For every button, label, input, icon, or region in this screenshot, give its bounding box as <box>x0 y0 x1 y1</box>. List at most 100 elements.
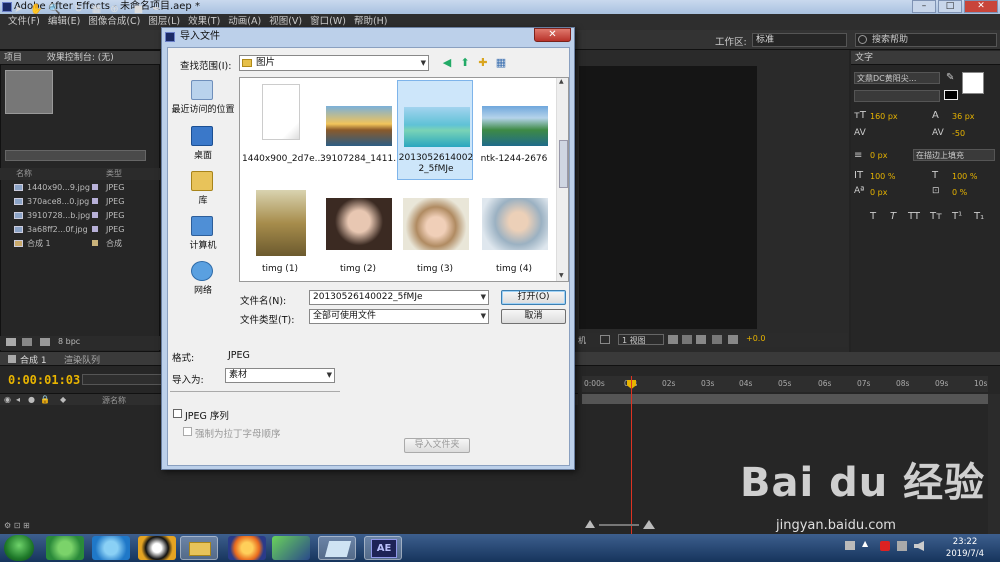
zoom-in-icon[interactable] <box>643 520 655 529</box>
new-folder-icon[interactable]: ✚ <box>476 56 490 70</box>
leading-value[interactable]: 36 px <box>952 112 975 121</box>
place-desktop[interactable]: 桌面 <box>169 124 237 168</box>
network-tray-icon[interactable] <box>897 541 907 551</box>
project-item[interactable]: 3910728...b.jpg JPEG <box>0 209 160 222</box>
notes-icon[interactable] <box>318 536 356 560</box>
import-as-select[interactable]: 素材 ▼ <box>225 368 335 383</box>
timeline-footer-icons[interactable]: ⚙ ⊡ ⊞ <box>4 521 44 531</box>
place-libraries[interactable]: 库 <box>169 169 237 213</box>
timeline-scrollbar[interactable] <box>988 394 1000 534</box>
col-name[interactable]: 名称 <box>16 168 32 180</box>
file-item[interactable]: 39107284_1411... <box>320 80 402 178</box>
place-network[interactable]: 网络 <box>169 259 237 303</box>
project-item[interactable]: 1440x90...9.jpg JPEG <box>0 181 160 194</box>
tab-character[interactable]: 文字 <box>855 53 873 63</box>
current-time-display[interactable]: 0:00:01:03 <box>8 373 80 387</box>
tracking-value[interactable]: -50 <box>952 129 965 138</box>
project-search-input[interactable] <box>5 150 146 161</box>
menu-edit[interactable]: 编辑(E) <box>44 14 84 30</box>
audio-icon[interactable]: ◂ <box>16 395 20 404</box>
visibility-icon[interactable]: ◉ <box>4 395 11 404</box>
filetype-select[interactable]: 全部可使用文件 ▼ <box>309 309 489 324</box>
horizontal-scale-value[interactable]: 100 % <box>952 172 977 181</box>
eyedropper-icon[interactable]: ✎ <box>946 72 956 84</box>
place-recent[interactable]: 最近访问的位置 <box>169 78 237 122</box>
tab-render-queue[interactable]: 渲染队列 <box>64 353 100 366</box>
look-in-select[interactable]: 图片 ▼ <box>239 55 429 71</box>
open-button[interactable]: 打开(O) <box>501 290 566 305</box>
all-caps-button[interactable]: TT <box>908 211 920 222</box>
tab-composition[interactable]: 合成 1 <box>20 353 47 366</box>
zoom-out-icon[interactable] <box>585 520 595 528</box>
bpc-label[interactable]: 8 bpc <box>58 337 80 346</box>
file-item[interactable]: 1440x900_2d7e... <box>242 80 323 178</box>
explorer-icon[interactable] <box>180 536 218 560</box>
faux-bold-button[interactable]: T <box>870 211 876 222</box>
search-help-input[interactable]: 搜索帮助 <box>855 33 997 47</box>
menu-composition[interactable]: 图像合成(C) <box>84 14 144 30</box>
ie-icon[interactable] <box>92 536 130 560</box>
label-icon[interactable]: ◆ <box>60 395 66 404</box>
tray-arrow-icon[interactable]: ▲ <box>862 539 868 548</box>
minimize-button[interactable]: – <box>912 0 936 13</box>
scroll-up-icon[interactable]: ▲ <box>559 78 564 85</box>
timeline-toggle-icon[interactable] <box>712 335 722 344</box>
tab-project[interactable]: 项目 <box>4 53 22 63</box>
font-size-value[interactable]: 160 px <box>870 112 898 121</box>
time-ruler[interactable]: 0:00s 01s 02s 03s 04s 05s 06s 07s 08s 09… <box>582 376 988 392</box>
view-menu-icon[interactable]: ▦ <box>494 56 508 70</box>
menu-file[interactable]: 文件(F) <box>4 14 44 30</box>
font-family-select[interactable]: 文鼎DC黄阳尖... <box>854 72 940 84</box>
stroke-option-select[interactable]: 在描边上填充 <box>913 149 995 161</box>
qq-icon[interactable] <box>138 536 176 560</box>
firefox-icon[interactable] <box>228 536 266 560</box>
superscript-button[interactable]: T¹ <box>952 211 962 222</box>
project-item[interactable]: 合成 1 合成 <box>0 237 160 250</box>
tray-security-icon[interactable] <box>880 541 890 551</box>
keyboard-icon[interactable] <box>845 541 855 550</box>
stroke-width-value[interactable]: 0 px <box>870 151 887 160</box>
file-item[interactable]: timg (2) <box>320 186 396 281</box>
after-effects-taskbar-button[interactable]: AE <box>364 536 402 560</box>
scroll-down-icon[interactable]: ▼ <box>559 272 564 279</box>
lock-icon[interactable]: 🔒 <box>40 395 50 404</box>
stroke-color-swatch[interactable] <box>944 90 958 100</box>
file-item[interactable]: ntk-1244-2676 <box>476 80 552 178</box>
new-folder-icon[interactable] <box>22 338 32 346</box>
maximize-button[interactable]: □ <box>938 0 962 13</box>
dropdown-icon[interactable] <box>600 335 610 344</box>
vertical-scale-value[interactable]: 100 % <box>870 172 895 181</box>
col-source-name[interactable]: 源名称 <box>102 395 126 406</box>
small-caps-button[interactable]: Tт <box>930 211 942 222</box>
composition-canvas[interactable] <box>579 66 757 329</box>
app-360-icon[interactable] <box>46 536 84 560</box>
cancel-button[interactable]: 取消 <box>501 309 566 324</box>
fast-preview-icon[interactable] <box>682 335 692 344</box>
dialog-close-button[interactable]: ✕ <box>534 28 571 42</box>
new-comp-icon[interactable] <box>40 338 50 346</box>
pan-behind-tool-icon[interactable]: ⊕ <box>108 3 121 16</box>
active-camera-select[interactable]: 机 <box>578 335 586 346</box>
zoom-slider[interactable] <box>585 520 655 530</box>
system-clock[interactable]: 23:22 2019/7/4 <box>932 536 998 560</box>
baseline-shift-value[interactable]: 0 px <box>870 188 887 197</box>
col-type[interactable]: 类型 <box>106 168 122 180</box>
project-item[interactable]: 370ace8...0.jpg JPEG <box>0 195 160 208</box>
flowchart-icon[interactable] <box>696 335 706 344</box>
view-layout-select[interactable]: 1 视图 <box>618 334 664 345</box>
toggle-pixel-icon[interactable] <box>668 335 678 344</box>
scrollbar-thumb[interactable] <box>559 140 568 188</box>
filename-input[interactable]: 20130526140022_5fMJe ▼ <box>309 290 489 305</box>
font-style-select[interactable] <box>854 90 940 102</box>
rotate-tool-icon[interactable]: ↻ <box>72 3 85 16</box>
force-alpha-checkbox[interactable] <box>183 427 192 436</box>
fill-color-swatch[interactable] <box>962 72 984 94</box>
up-folder-icon[interactable]: ⬆ <box>458 56 472 70</box>
file-list[interactable]: 1440x900_2d7e... 39107284_1411... 201305… <box>239 77 569 282</box>
current-time-indicator[interactable] <box>631 376 632 534</box>
zoom-tool-icon[interactable]: 🔍 <box>48 3 61 16</box>
place-computer[interactable]: 计算机 <box>169 214 237 258</box>
camera-tool-icon[interactable]: ▦ <box>90 3 103 16</box>
tsume-value[interactable]: 0 % <box>952 188 967 197</box>
file-list-scrollbar[interactable]: ▲ ▼ <box>556 78 568 281</box>
